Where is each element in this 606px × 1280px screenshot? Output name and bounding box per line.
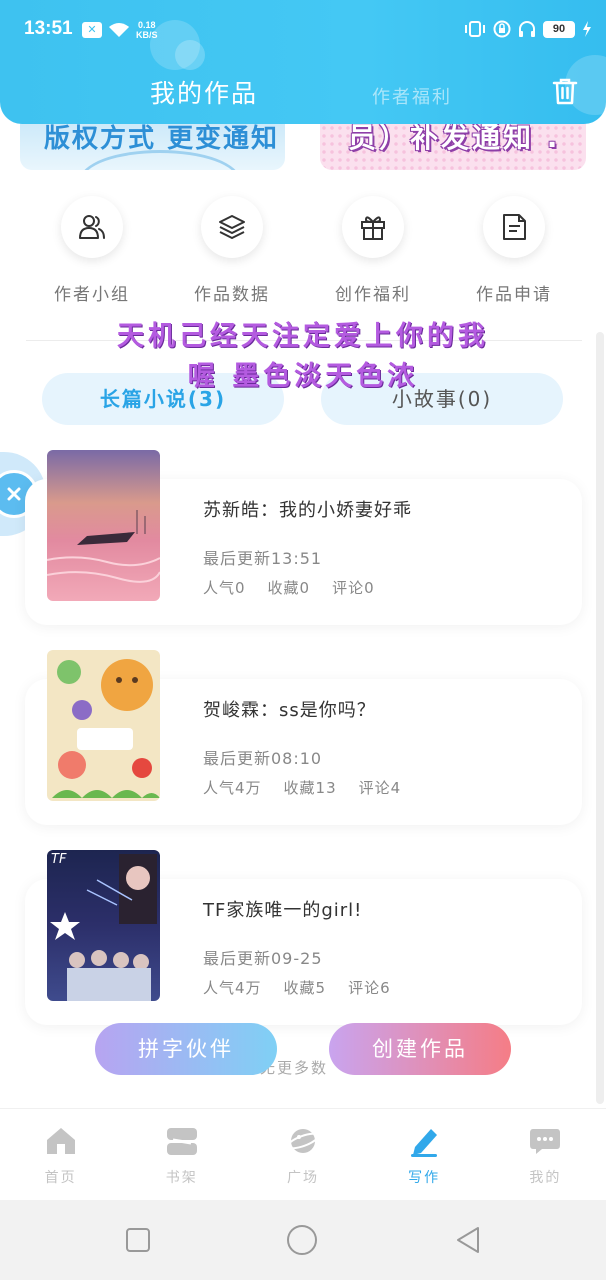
overlay-text-line2: 喔 墨色淡天色浓 <box>187 361 419 392</box>
quick-action-circle <box>61 196 123 258</box>
work-stats: 人气4万 收藏5 评论6 <box>203 977 391 998</box>
bottom-nav: 首页 书架 广场 写作 我的 <box>0 1108 606 1200</box>
back-icon[interactable] <box>454 1225 482 1255</box>
quick-action-creation-benefits[interactable]: 创作福利 <box>323 196 423 305</box>
work-popularity: 人气4万 <box>203 979 262 997</box>
nav-home[interactable]: 首页 <box>0 1109 121 1200</box>
cover-artwork <box>47 510 160 583</box>
quick-action-label: 作品数据 <box>194 285 270 305</box>
quick-action-label: 创作福利 <box>335 285 411 305</box>
bookshelf-icon <box>166 1128 197 1155</box>
work-favorites: 收藏13 <box>283 779 337 797</box>
work-comments: 评论0 <box>332 579 375 597</box>
work-popularity: 人气4万 <box>203 779 262 797</box>
status-time: 13:51 <box>24 18 73 39</box>
notification-icon: ✕ <box>82 22 102 38</box>
quick-action-author-group[interactable]: 作者小组 <box>42 196 142 305</box>
work-cover-image[interactable]: TF <box>47 850 160 1001</box>
work-updated: 最后更新08:10 <box>203 749 323 768</box>
cover-tf-label: TF <box>51 852 67 867</box>
quick-action-work-application[interactable]: 作品申请 <box>464 196 564 305</box>
layers-icon <box>219 215 245 239</box>
nav-bookshelf[interactable]: 书架 <box>121 1109 242 1200</box>
work-comments: 评论6 <box>348 979 391 997</box>
net-speed-value: 0.18 <box>137 20 156 30</box>
nav-square[interactable]: 广场 <box>242 1109 363 1200</box>
status-bar: 13:51 ✕ 0.18 KB/S 90 <box>0 0 606 60</box>
net-speed: 0.18 KB/S <box>136 20 158 40</box>
cover-artwork <box>52 659 160 798</box>
quick-action-work-data[interactable]: 作品数据 <box>182 196 282 305</box>
nav-writing[interactable]: 写作 <box>364 1109 485 1200</box>
nav-label: 我的 <box>529 1170 562 1186</box>
net-speed-unit: KB/S <box>136 30 158 40</box>
recent-apps-icon[interactable] <box>124 1226 152 1254</box>
work-comments: 评论4 <box>358 779 402 797</box>
quick-action-circle <box>342 196 404 258</box>
nav-label: 广场 <box>286 1170 319 1186</box>
work-cover-image[interactable] <box>47 650 160 801</box>
quick-action-label: 作品申请 <box>476 285 552 305</box>
partner-button[interactable]: 拼字伙伴 <box>95 1023 277 1075</box>
chat-bubble-icon <box>530 1129 561 1154</box>
work-popularity: 人气0 <box>203 579 246 597</box>
quick-action-circle <box>483 196 545 258</box>
planet-icon <box>286 1129 320 1153</box>
work-title: 贺峻霖：ss是你吗？ <box>203 700 376 721</box>
overlay-text-line1: 天机己经天注定爱上你的我 <box>117 321 489 352</box>
system-nav-bar <box>0 1200 606 1280</box>
wifi-icon <box>109 23 129 37</box>
work-cover-image[interactable] <box>47 450 160 601</box>
trash-icon[interactable] <box>550 76 580 106</box>
scrollbar[interactable] <box>596 332 604 1104</box>
work-updated: 最后更新13:51 <box>203 549 323 568</box>
app-header: 13:51 ✕ 0.18 KB/S 90 我的作品 作者福利 <box>0 0 606 124</box>
create-work-button[interactable]: 创建作品 <box>329 1023 511 1075</box>
cover-artwork <box>50 854 157 1001</box>
close-icon <box>7 487 21 501</box>
work-updated: 最后更新09-25 <box>203 949 323 968</box>
nav-label: 书架 <box>165 1170 198 1186</box>
tab-my-works[interactable]: 我的作品 <box>150 74 258 110</box>
charging-icon <box>583 21 591 37</box>
home-circle-icon[interactable] <box>286 1224 318 1256</box>
work-stats: 人气0 收藏0 评论0 <box>203 577 375 598</box>
pen-icon <box>411 1129 438 1157</box>
work-favorites: 收藏0 <box>267 579 311 597</box>
vibrate-icon <box>465 21 485 37</box>
work-stats: 人气4万 收藏13 评论4 <box>203 777 401 798</box>
quick-action-circle <box>201 196 263 258</box>
lock-rotation-icon <box>493 20 511 38</box>
nav-label: 首页 <box>44 1170 77 1186</box>
home-icon <box>46 1128 75 1154</box>
document-icon <box>503 214 526 240</box>
nav-label: 写作 <box>408 1170 441 1186</box>
people-icon <box>79 215 105 239</box>
quick-action-label: 作者小组 <box>54 285 130 305</box>
work-title: 苏新皓：我的小娇妻好乖 <box>203 500 412 521</box>
work-favorites: 收藏5 <box>283 979 327 997</box>
nav-mine[interactable]: 我的 <box>485 1109 606 1200</box>
work-title: TF家族唯一的girl! <box>203 900 363 921</box>
gift-icon <box>361 216 385 240</box>
tab-author-benefits[interactable]: 作者福利 <box>372 83 452 109</box>
headphones-icon <box>519 21 535 37</box>
battery-icon: 90 <box>543 20 575 38</box>
